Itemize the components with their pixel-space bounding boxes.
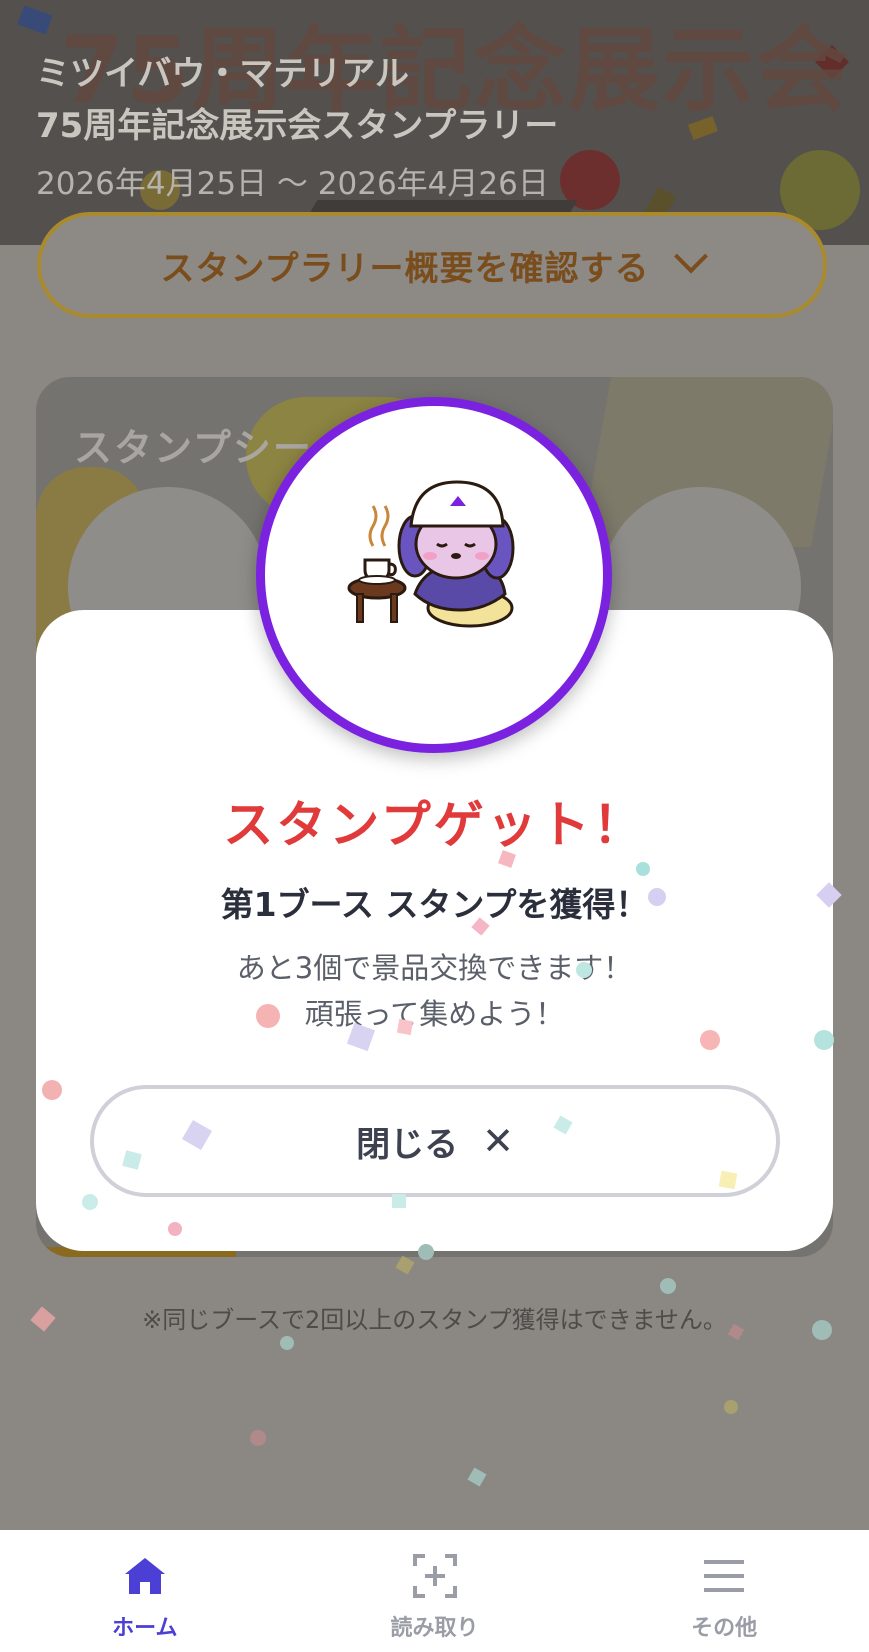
mascot-coffee-stamp-icon bbox=[347, 480, 515, 628]
nav-item-home[interactable]: ホーム bbox=[0, 1530, 290, 1652]
modal-message: あと3個で景品交換できます！ 頑張って集めよう！ bbox=[36, 945, 833, 1037]
nav-label-home: ホーム bbox=[112, 1616, 178, 1641]
modal-subtitle: 第1ブース スタンプを獲得！ bbox=[220, 885, 649, 924]
page-title: 75周年記念展示会スタンプラリー bbox=[36, 106, 559, 146]
organizer-name: ミツイバウ・マテリアル bbox=[36, 54, 409, 94]
modal-title: スタンプゲット！ bbox=[223, 796, 646, 854]
stamp-rally-app: 75周年記念展示会 ミツイバウ・マテリアル 75周年記念展示会スタンプラリー 2… bbox=[0, 0, 869, 1652]
stamp-badge bbox=[256, 397, 612, 753]
nav-item-scan[interactable]: 読み取り bbox=[290, 1530, 580, 1652]
modal-message-line: あと3個で景品交換できます！ bbox=[236, 951, 633, 985]
event-dates: 2026年4月25日 ～ 2026年4月26日 bbox=[36, 166, 549, 202]
nav-label-scan: 読み取り bbox=[390, 1616, 479, 1641]
bottom-nav: ホーム 読み取り その他 bbox=[0, 1530, 869, 1652]
close-label: 閉じる bbox=[356, 1124, 459, 1165]
close-icon: ✕ bbox=[482, 1119, 514, 1163]
overview-toggle-button[interactable]: スタンプラリー概要を確認する bbox=[37, 212, 827, 318]
chevron-down-icon bbox=[674, 239, 709, 274]
menu-icon bbox=[704, 1560, 745, 1592]
nav-label-more: その他 bbox=[691, 1616, 758, 1641]
nav-item-more[interactable]: その他 bbox=[579, 1530, 869, 1652]
overview-label: スタンプラリー概要を確認する bbox=[160, 248, 650, 289]
home-icon bbox=[124, 1558, 165, 1594]
scan-icon bbox=[412, 1554, 457, 1598]
header-banner: 75周年記念展示会 ミツイバウ・マテリアル 75周年記念展示会スタンプラリー 2… bbox=[0, 0, 869, 245]
